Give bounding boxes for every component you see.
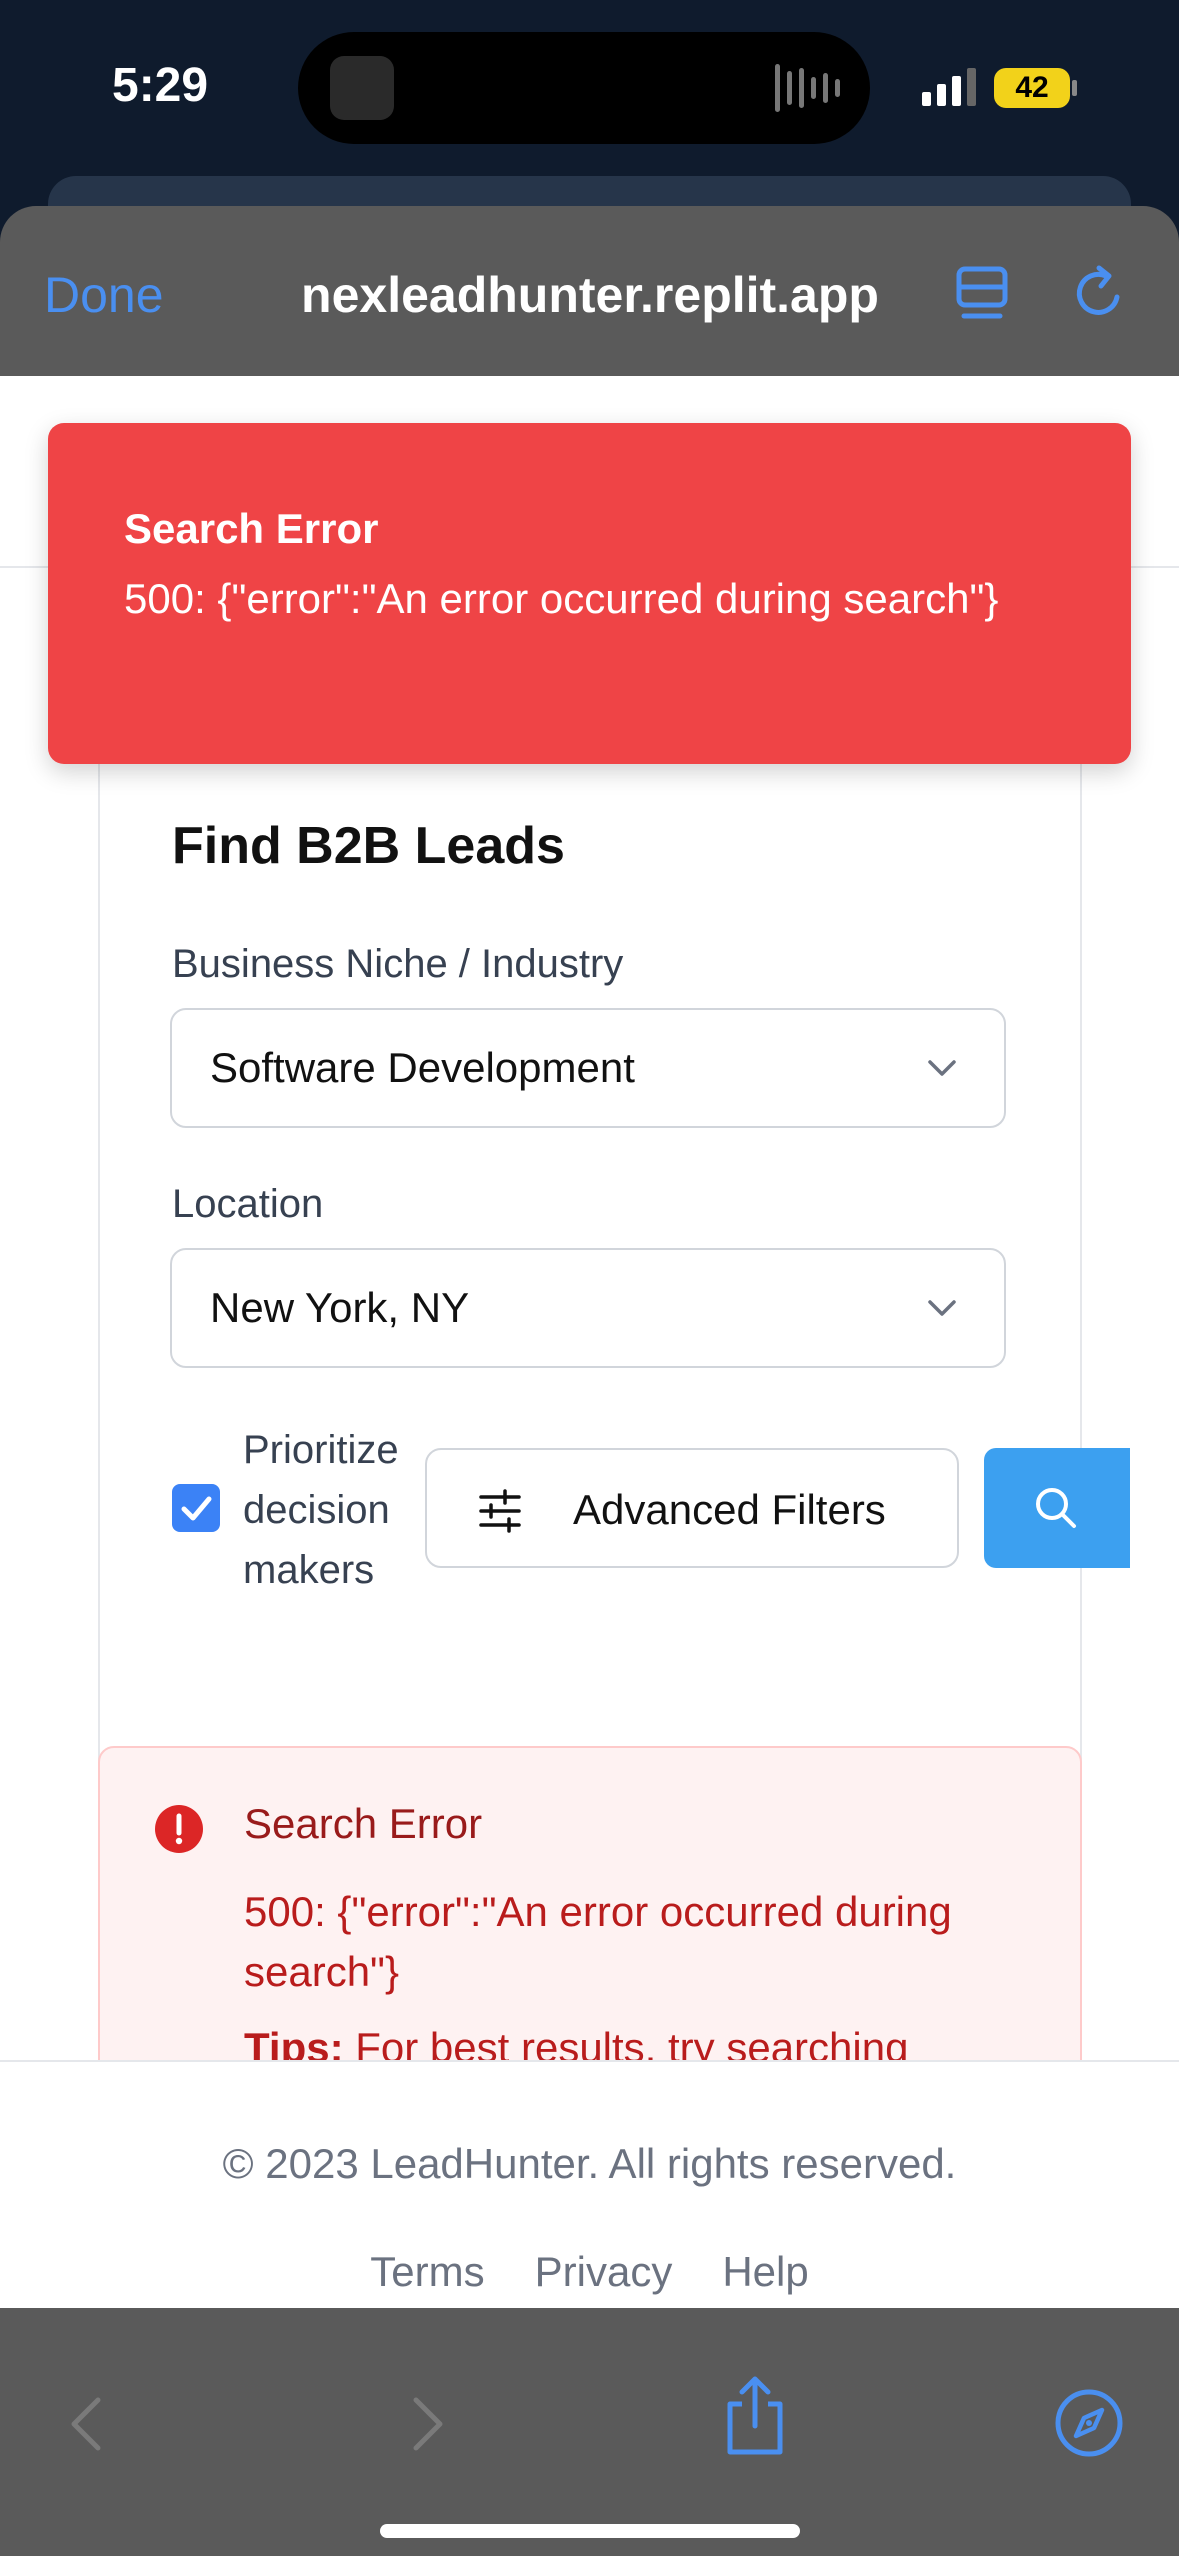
tips-label: Tips: — [244, 2024, 344, 2062]
home-indicator[interactable] — [380, 2524, 800, 2538]
battery-nub — [1072, 80, 1077, 96]
footer-link-privacy[interactable]: Privacy — [535, 2248, 673, 2296]
footer-link-help[interactable]: Help — [722, 2248, 808, 2296]
error-alert: Search Error 500: {"error":"An error occ… — [98, 1746, 1082, 2062]
prioritize-label[interactable]: Prioritize decision makers — [243, 1420, 423, 1600]
share-icon[interactable] — [722, 2374, 788, 2456]
niche-select-value: Software Development — [210, 1044, 635, 1091]
url-title[interactable]: nexleadhunter.replit.app — [270, 266, 910, 324]
location-select[interactable]: New York, NY — [170, 1248, 1006, 1368]
error-toast[interactable]: Search Error 500: {"error":"An error occ… — [48, 423, 1131, 764]
error-alert-tips: Tips: For best results, try searching — [244, 2024, 1044, 2062]
back-icon[interactable] — [58, 2390, 118, 2458]
advanced-filters-button[interactable]: Advanced Filters — [425, 1448, 959, 1568]
reload-icon[interactable] — [1070, 264, 1128, 322]
audio-waveform-icon — [775, 64, 840, 112]
browser-bottom-bar — [0, 2308, 1179, 2556]
search-button[interactable] — [984, 1448, 1130, 1568]
footer-copyright: © 2023 LeadHunter. All rights reserved. — [222, 2140, 957, 2187]
search-icon — [1036, 1488, 1076, 1528]
error-alert-message: 500: {"error":"An error occurred during … — [244, 1888, 952, 1995]
dynamic-island — [298, 32, 870, 144]
tips-text: For best results, try searching — [355, 2024, 909, 2062]
location-label: Location — [172, 1182, 324, 1226]
cellular-signal-icon — [922, 66, 976, 106]
niche-select[interactable]: Software Development — [170, 1008, 1006, 1128]
search-card-title: Find B2B Leads — [172, 817, 565, 875]
browser-toolbar: Done nexleadhunter.replit.app — [0, 206, 1179, 376]
battery-icon: 42 — [994, 68, 1070, 108]
compass-icon[interactable] — [1054, 2388, 1124, 2458]
done-button[interactable]: Done — [44, 266, 164, 324]
prioritize-checkbox[interactable] — [172, 1484, 220, 1532]
status-time: 5:29 — [112, 59, 209, 112]
footer-link-terms[interactable]: Terms — [370, 2248, 484, 2296]
error-alert-title: Search Error — [244, 1800, 483, 1847]
toast-message: 500: {"error":"An error occurred during … — [124, 575, 999, 622]
check-icon — [181, 1496, 212, 1521]
sliders-icon — [479, 1489, 521, 1533]
now-playing-app-icon — [330, 56, 394, 120]
footer-links: Terms Privacy Help — [0, 2248, 1179, 2296]
chevron-down-icon — [928, 1060, 956, 1076]
chevron-down-icon — [928, 1300, 956, 1316]
toast-title: Search Error — [124, 505, 379, 552]
footer: © 2023 LeadHunter. All rights reserved. … — [0, 2060, 1179, 2308]
status-bar: 5:29 42 — [0, 0, 1179, 180]
reader-icon[interactable] — [956, 266, 1008, 320]
location-select-value: New York, NY — [210, 1284, 470, 1331]
niche-label: Business Niche / Industry — [172, 942, 624, 986]
alert-circle-icon — [155, 1805, 203, 1853]
advanced-filters-label: Advanced Filters — [573, 1486, 886, 1533]
forward-icon[interactable] — [396, 2390, 456, 2458]
